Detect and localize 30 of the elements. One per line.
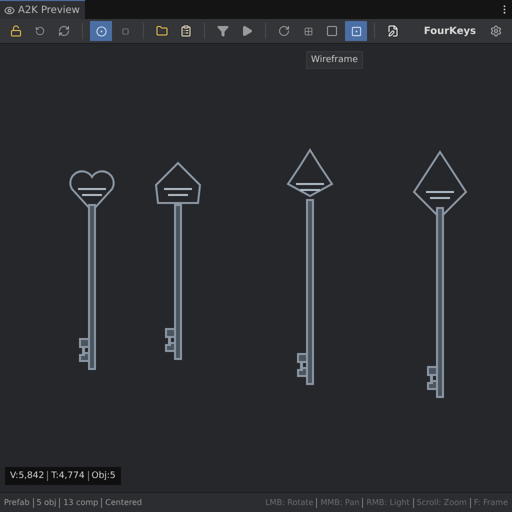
status-text: 13 comp [63,498,98,507]
hint-text: LMB: Rotate [265,498,314,507]
square-icon [350,26,362,36]
status-text: Prefab [4,498,30,507]
project-name: FourKeys [424,26,476,36]
square-icon [326,25,338,37]
padlock-icon [10,25,22,37]
hint-text: RMB: Light [366,498,410,507]
hint-text: F: Frame [474,498,508,507]
grid-icon [304,26,312,36]
play-icon [241,25,253,37]
square-icon [122,28,128,34]
funnel-icon [217,25,229,37]
refresh-icon [58,25,70,37]
stat-text: V:5,842 [10,471,44,481]
tooltip: Wireframe [306,51,363,69]
refresh-icon [278,25,290,37]
hint-text: MMB: Pan [320,498,360,507]
hint-text: Scroll: Zoom [416,498,467,507]
circle-icon [96,26,106,36]
document-icon [387,25,399,37]
rotate-icon [35,26,45,36]
stat-text: Obj:5 [92,471,116,481]
clipboard-icon [180,25,192,37]
status-text: 5 obj [36,498,56,507]
folder-icon [156,25,168,37]
eye-icon [4,4,15,16]
stat-text: T:4,774 [51,471,85,481]
status-text: Centered [105,498,142,507]
settings-icon[interactable] [490,25,502,37]
